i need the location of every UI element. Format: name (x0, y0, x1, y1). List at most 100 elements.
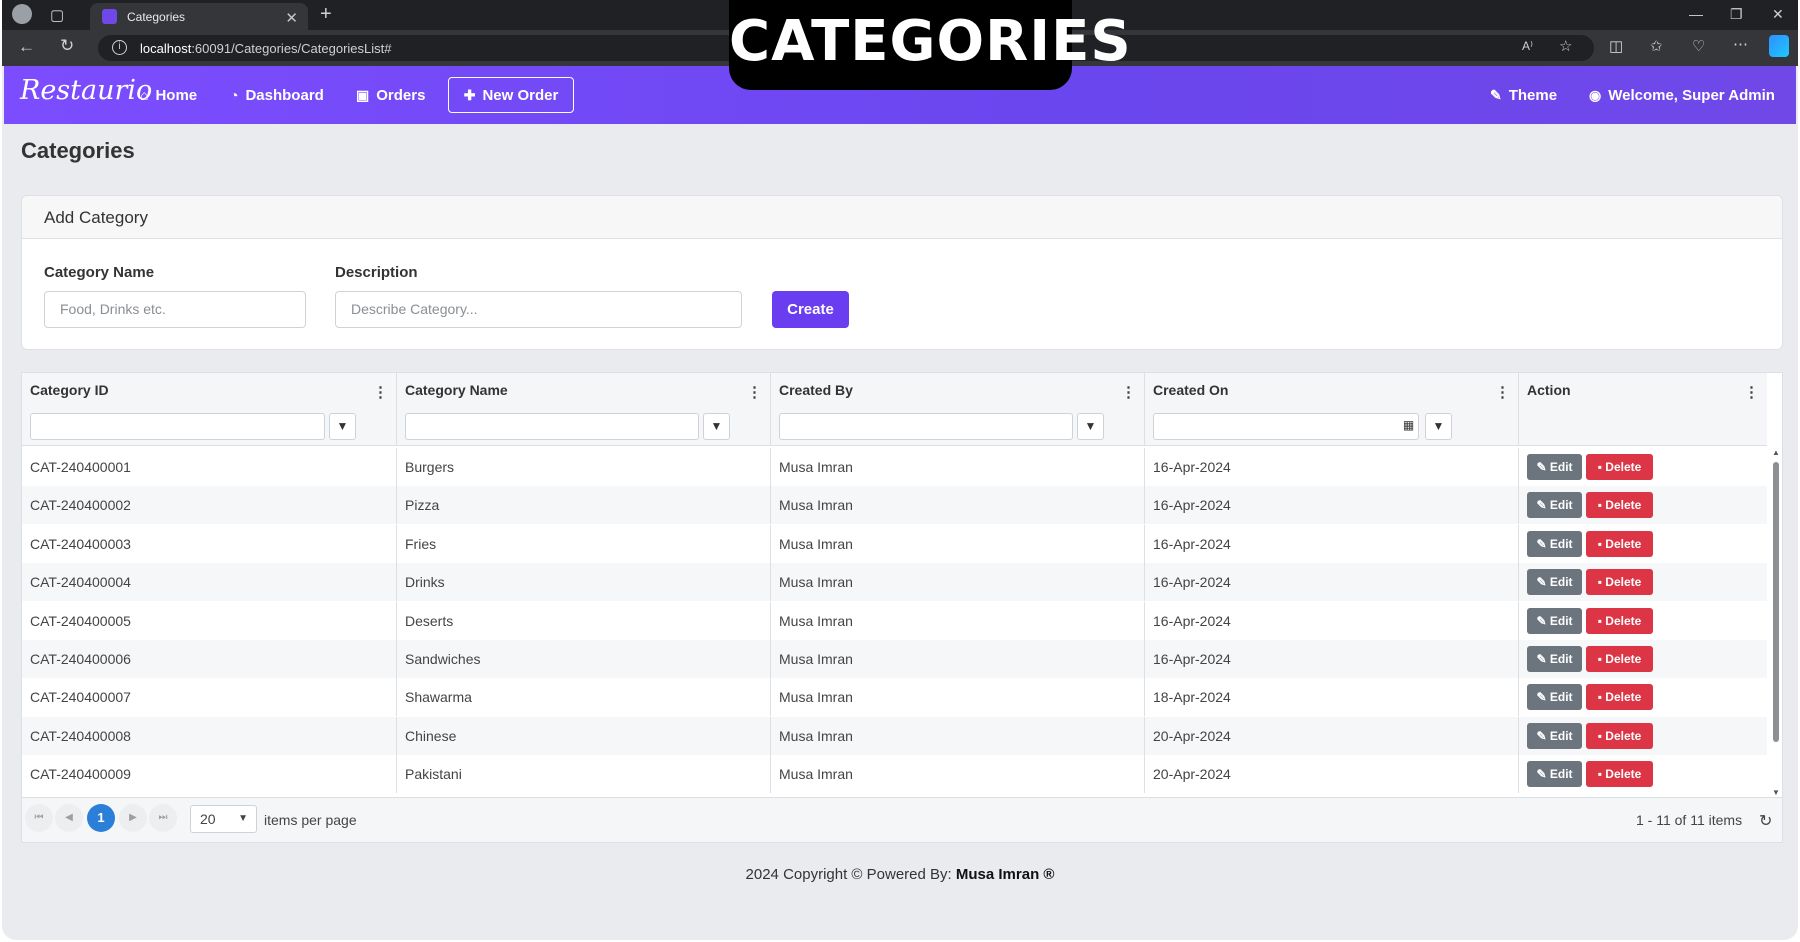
edit-button[interactable]: ✎ Edit (1527, 607, 1582, 634)
delete-button[interactable]: ▪ Delete (1586, 454, 1653, 480)
filter-input-created-on[interactable] (1153, 413, 1419, 440)
delete-button[interactable]: ▪ Delete (1586, 761, 1653, 788)
delete-label: Delete (1605, 613, 1642, 628)
table-row[interactable]: CAT-240400001 Burgers Musa Imran 16-Apr-202… (22, 448, 1767, 486)
edit-button[interactable]: ✎ Edit (1527, 454, 1582, 480)
new-order-button[interactable]: ✚ New Order (448, 77, 574, 113)
split-screen-icon[interactable]: ◫ (1609, 37, 1623, 55)
favorites-icon[interactable]: ✩ (1650, 37, 1663, 55)
created-on-cell: 18-Apr-2024 (1145, 678, 1519, 717)
browser-tab[interactable]: Categories ✕ (90, 3, 308, 30)
delete-button[interactable]: ▪ Delete (1586, 646, 1653, 672)
refresh-icon[interactable]: ↻ (1759, 811, 1772, 831)
column-menu-icon[interactable]: ⋮ (1121, 383, 1136, 401)
edit-button[interactable]: ✎ Edit (1527, 530, 1582, 557)
description-input[interactable]: Describe Category... (335, 291, 742, 328)
window-close-icon[interactable]: ✕ (1772, 6, 1784, 23)
nav-orders[interactable]: ▣ Orders (356, 66, 425, 124)
category-id-cell: CAT-240400009 (22, 755, 397, 794)
filter-icon[interactable]: ▼ (703, 413, 730, 440)
nav-dashboard[interactable]: ◔ Dashboard (230, 66, 324, 124)
table-row[interactable]: CAT-240400002 Pizza Musa Imran 16-Apr-2024 ✎… (22, 486, 1767, 525)
action-cell: ✎ Edit ▪ Delete (1519, 525, 1767, 563)
action-cell: ✎ Edit ▪ Delete (1519, 755, 1767, 793)
create-button[interactable]: Create (772, 291, 849, 328)
delete-button[interactable]: ▪ Delete (1586, 722, 1653, 749)
next-page-icon[interactable]: ▶ (119, 804, 147, 832)
edit-button[interactable]: ✎ Edit (1527, 646, 1582, 672)
column-header-created-by[interactable]: Created By ⋮ ▼ (771, 373, 1145, 446)
site-info-icon[interactable]: i (112, 40, 127, 55)
read-aloud-icon[interactable]: A⁾ (1522, 39, 1533, 53)
delete-button[interactable]: ▪ Delete (1586, 607, 1653, 634)
restore-icon[interactable]: ❐ (1730, 6, 1743, 23)
filter-input-category-id[interactable] (30, 413, 325, 440)
scrollbar-thumb[interactable] (1773, 462, 1779, 742)
column-header-category-id[interactable]: Category ID ⋮ ▼ (22, 373, 397, 446)
edit-button[interactable]: ✎ Edit (1527, 761, 1582, 788)
created-by-cell: Musa Imran (771, 524, 1145, 563)
edit-button[interactable]: ✎ Edit (1527, 722, 1582, 749)
pager-summary: 1 - 11 of 11 items (1636, 812, 1743, 828)
table-row[interactable]: CAT-240400005 Deserts Musa Imran 16-Apr-202… (22, 601, 1767, 640)
prev-page-icon[interactable]: ◀ (55, 804, 83, 832)
filter-icon[interactable]: ▼ (1425, 413, 1452, 440)
column-menu-icon[interactable]: ⋮ (1495, 383, 1510, 401)
back-icon[interactable]: ← (18, 37, 35, 57)
delete-button[interactable]: ▪ Delete (1586, 684, 1653, 711)
column-header-category-name[interactable]: Category Name ⋮ ▼ (397, 373, 771, 446)
edit-button[interactable]: ✎ Edit (1527, 492, 1582, 519)
reload-icon[interactable]: ↻ (60, 36, 74, 56)
created-on-cell: 16-Apr-2024 (1145, 448, 1519, 486)
url-path: :60091/Categories/CategoriesList# (191, 40, 392, 56)
new-tab-icon[interactable]: + (320, 3, 332, 26)
table-row[interactable]: CAT-240400007 Shawarma Musa Imran 18-Apr-20… (22, 678, 1767, 717)
column-menu-icon[interactable]: ⋮ (747, 383, 762, 401)
brand-logo[interactable]: Restaurio (20, 75, 152, 106)
filter-input-created-by[interactable] (779, 413, 1073, 440)
column-menu-icon[interactable]: ⋮ (373, 383, 388, 401)
nav-home[interactable]: ⌂ Home (140, 66, 197, 124)
theme-button[interactable]: ✎ Theme (1490, 66, 1557, 124)
table-row[interactable]: CAT-240400006 Sandwiches Musa Imran 16-Apr-… (22, 640, 1767, 678)
filter-input-category-name[interactable] (405, 413, 699, 440)
table-row[interactable]: CAT-240400008 Chinese Musa Imran 20-Apr-202… (22, 716, 1767, 755)
edit-button[interactable]: ✎ Edit (1527, 569, 1582, 596)
edit-button[interactable]: ✎ Edit (1527, 684, 1582, 711)
user-menu[interactable]: ◉ Welcome, Super Admin (1589, 66, 1775, 124)
filter-icon[interactable]: ▼ (329, 413, 356, 440)
current-page-button[interactable]: 1 (87, 804, 115, 832)
last-page-icon[interactable]: ⏭ (149, 804, 177, 832)
tab-close-icon[interactable]: ✕ (285, 9, 298, 27)
tab-actions-icon[interactable]: ▢ (50, 6, 64, 24)
category-name-input[interactable]: Food, Drinks etc. (44, 291, 306, 328)
page-size-select[interactable]: 20 ▼ (190, 805, 257, 833)
delete-button[interactable]: ▪ Delete (1586, 492, 1653, 519)
screen: ▢ Categories ✕ + — ❐ ✕ ← ↻ i localhost:6… (0, 0, 1800, 942)
scroll-down-icon[interactable]: ▼ (1772, 788, 1780, 797)
column-header-action[interactable]: Action ⋮ (1519, 373, 1767, 446)
table-row[interactable]: CAT-240400009 Pakistani Musa Imran 20-Apr-2… (22, 755, 1767, 794)
delete-button[interactable]: ▪ Delete (1586, 530, 1653, 557)
favorite-star-icon[interactable]: ☆ (1559, 37, 1572, 55)
add-category-header: Add Category (22, 196, 1782, 239)
delete-button[interactable]: ▪ Delete (1586, 569, 1653, 596)
browser-essentials-icon[interactable]: ♡ (1692, 37, 1705, 55)
edit-icon: ✎ (1536, 728, 1550, 743)
more-menu-icon[interactable]: ⋯ (1733, 35, 1748, 53)
copilot-icon[interactable] (1769, 35, 1789, 57)
category-name-cell: Sandwiches (397, 640, 771, 678)
table-row[interactable]: CAT-240400003 Fries Musa Imran 16-Apr-2024 ✎… (22, 524, 1767, 563)
column-menu-icon[interactable]: ⋮ (1744, 383, 1759, 401)
filter-icon[interactable]: ▼ (1077, 413, 1104, 440)
first-page-icon[interactable]: ⏮ (25, 804, 53, 832)
table-row[interactable]: CAT-240400004 Drinks Musa Imran 16-Apr-2024… (22, 563, 1767, 602)
column-header-created-on[interactable]: Created On ⋮ ▦ ▼ (1145, 373, 1519, 446)
category-name-cell: Pakistani (397, 755, 771, 794)
scroll-up-icon[interactable]: ▲ (1772, 448, 1780, 457)
calendar-icon[interactable]: ▦ (1395, 413, 1422, 440)
tab-title: Categories (127, 9, 186, 24)
grid-scrollbar[interactable]: ▲ ▼ (1770, 448, 1782, 797)
minimize-icon[interactable]: — (1689, 6, 1703, 22)
profile-icon[interactable] (12, 4, 32, 24)
